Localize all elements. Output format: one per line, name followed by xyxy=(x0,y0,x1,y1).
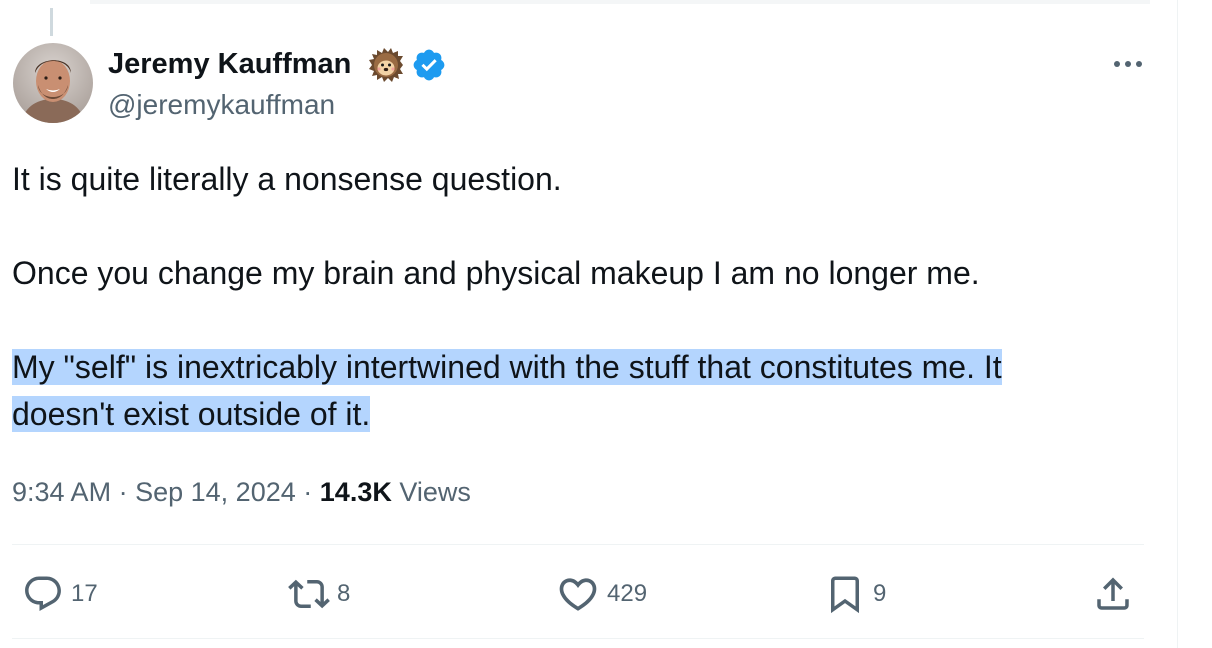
more-options-button[interactable] xyxy=(1108,52,1148,76)
bookmark-icon xyxy=(831,576,859,614)
avatar-photo xyxy=(13,43,93,123)
author-handle[interactable]: @jeremykauffman xyxy=(108,88,335,122)
share-icon xyxy=(1097,577,1129,610)
repost-icon xyxy=(288,579,330,609)
tweet-paragraph-3: My "self" is inextricably intertwined wi… xyxy=(12,344,1152,438)
bookmark-count: 9 xyxy=(873,580,887,607)
selected-text-line-2: doesn't exist outside of it. xyxy=(12,396,371,432)
meta-separator: · xyxy=(118,477,128,507)
divider-top xyxy=(12,544,1144,545)
views-count: 14.3K xyxy=(319,477,392,507)
column-border xyxy=(1177,0,1178,648)
tweet-meta: 9:34 AM · Sep 14, 2024 · 14.3K Views xyxy=(12,474,471,510)
reply-count: 17 xyxy=(71,580,98,607)
more-dots-icon xyxy=(1114,61,1142,67)
tweet-paragraph-2: Once you change my brain and physical ma… xyxy=(12,255,980,291)
previous-tweet-edge xyxy=(90,0,1150,4)
like-count: 429 xyxy=(607,580,648,607)
like-button[interactable]: 429 xyxy=(556,572,647,616)
author-name[interactable]: Jeremy Kauffman xyxy=(108,46,351,82)
share-button[interactable] xyxy=(1092,572,1134,616)
selected-text-line-1: My "self" is inextricably intertwined wi… xyxy=(12,349,1002,385)
tweet-date[interactable]: Sep 14, 2024 xyxy=(135,477,296,507)
reply-icon xyxy=(25,576,61,611)
meta-separator: · xyxy=(303,477,313,507)
tweet-time[interactable]: 9:34 AM xyxy=(12,477,111,507)
tweet-text: It is quite literally a nonsense questio… xyxy=(12,156,1152,438)
verified-badge-icon[interactable] xyxy=(411,47,447,83)
bookmark-button[interactable]: 9 xyxy=(824,572,886,616)
reply-button[interactable]: 17 xyxy=(22,572,98,616)
views-label: Views xyxy=(399,477,471,507)
repost-button[interactable]: 8 xyxy=(288,572,350,616)
thread-connector-line xyxy=(50,8,53,36)
avatar[interactable] xyxy=(13,43,93,123)
tweet-paragraph-1: It is quite literally a nonsense questio… xyxy=(12,161,562,197)
heart-icon xyxy=(559,578,597,611)
hedgehog-icon xyxy=(369,48,403,82)
repost-count: 8 xyxy=(337,580,351,607)
divider-bottom xyxy=(12,638,1144,639)
